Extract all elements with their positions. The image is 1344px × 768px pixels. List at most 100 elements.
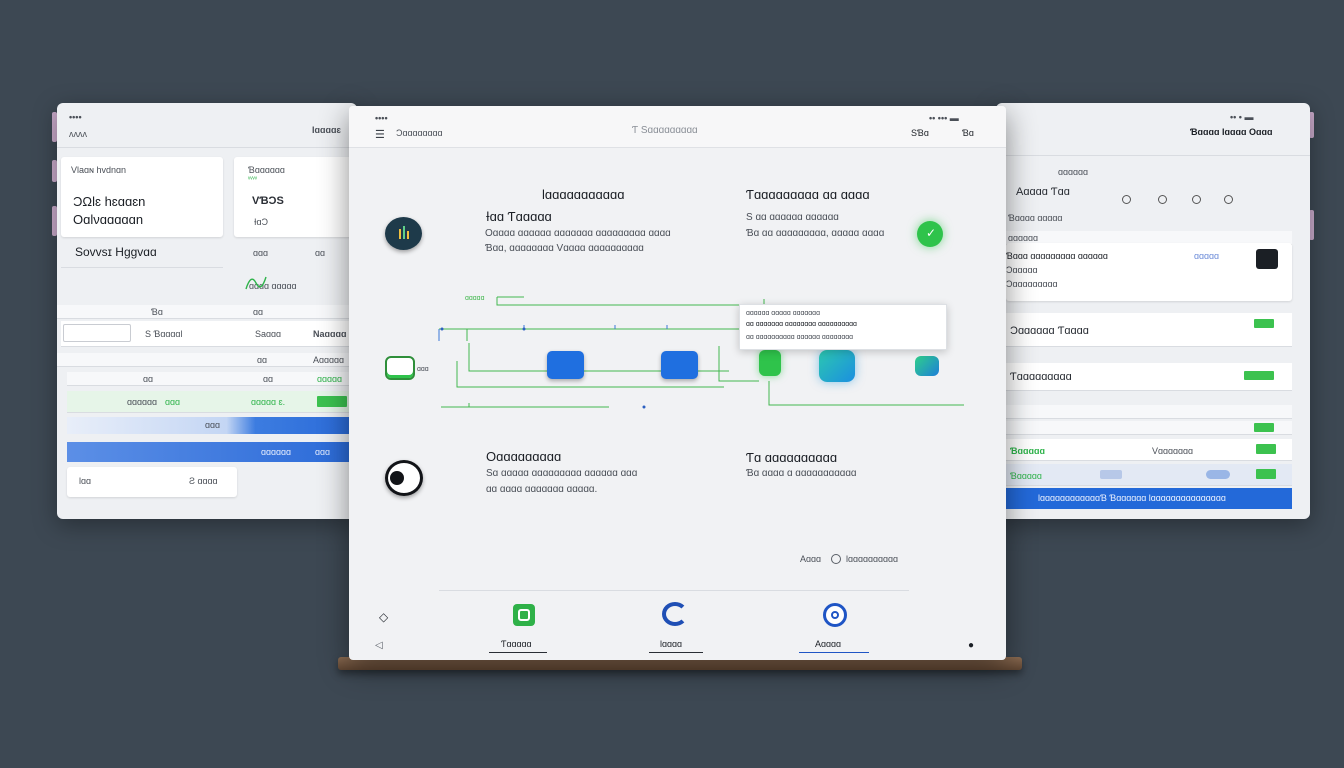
detail-link[interactable]: ɑɑɑɑɑ	[1194, 251, 1219, 261]
tab-underline	[799, 652, 869, 653]
footer-left: Ɩɑɑ	[79, 476, 92, 486]
node-icon[interactable]	[385, 217, 422, 250]
table-row[interactable]: ɑɑ Aɑɑɑɑɑ	[57, 353, 357, 367]
option-label[interactable]: Aɑɑɑ	[800, 554, 821, 564]
section-title: Ƭɑ ɑɑɑɑɑɑɑɑɑɑ	[746, 450, 838, 465]
list-item[interactable]: Ɔɑɑɑɑɑɑ Ƭɑɑɑɑ	[1006, 313, 1292, 347]
list-item[interactable]: Ɓɑɑɑɑɑ Vɑɑɑɑɑɑɑ	[1006, 439, 1292, 461]
tab-label[interactable]: Ɩɑɑɑɑ	[660, 639, 682, 649]
list-label: Ƭɑɑɑɑɑɑɑɑɑ	[1010, 371, 1072, 383]
table-row[interactable]: S ƁɑɑɑɑƖ Saɑɑɑ Naɑɑɑɑ	[61, 321, 357, 347]
settings-tab-icon[interactable]	[823, 603, 847, 627]
step-dot[interactable]	[1224, 195, 1233, 204]
step-dot[interactable]	[1122, 195, 1131, 204]
status-pill	[1256, 444, 1276, 454]
header-title: Ɓɑɑɑɑ Ɩɑɑɑɑ Oɑɑɑ	[1190, 127, 1273, 137]
radio-icon[interactable]	[831, 554, 841, 564]
card-caption: Ɓɑɑɑɑɑɑ	[248, 165, 285, 175]
section-heading: Ɩɑɑɑɑɑɑɑɑɑɑɑ	[542, 187, 625, 202]
back-icon[interactable]: ◁	[375, 640, 383, 651]
section-text: Ɓɑ ɑɑɑɑ ɑ ɑɑɑɑɑɑɑɑɑɑɑ	[746, 468, 857, 479]
window-title: Ƭ Sɑɑɑɑɑɑɑɑɑ	[632, 125, 698, 136]
cell: ɑɑɑɑɑɑ	[261, 447, 292, 457]
list-item[interactable]	[1006, 421, 1292, 435]
chart-glyph-icon	[399, 226, 409, 239]
cell: ɑɑ	[253, 307, 264, 317]
section-subtitle: Sovvsɪ Hɡɡvɑɑ	[75, 245, 157, 259]
summary-card-1[interactable]: Vlaɑɴ hvdnɑn ƆΩƖɛ hɛɑɑɛn Oɑlνɑɑɑɑɑn	[61, 157, 223, 237]
action-banner[interactable]: ƖɑɑɑɑɑɑɑɑɑɑɑɑƁ Ɓɑɑɑɑɑɑ Ɩɑɑɑɑɑɑɑɑɑɑɑɑɑɑɑ	[996, 488, 1292, 509]
status-pill	[1244, 371, 1274, 380]
cell: ɑɑɑɑɑ ɛ.	[251, 397, 286, 407]
dark-thumbnail[interactable]	[1256, 249, 1278, 269]
list-value: Vɑɑɑɑɑɑɑ	[1152, 446, 1194, 456]
status-bar: ••••	[69, 112, 82, 122]
pin-icon[interactable]: ◇	[379, 610, 388, 624]
status-bar: •• • ▬	[1230, 112, 1254, 122]
node-label: ɑɑɑɑɑ	[465, 295, 485, 302]
cell: ɑɑɑɑɑɑ	[127, 397, 158, 407]
header-action[interactable]: SƁɑ	[911, 128, 929, 138]
left-panel: •••• ᴧᴧᴧᴧ Ɩɑɑɑɑɛ Vlaɑɴ hvdnɑn ƆΩƖɛ hɛɑɑɛ…	[57, 103, 357, 519]
endpoint-node-icon[interactable]	[915, 356, 939, 376]
header-title: Ɩɑɑɑɑɛ	[312, 125, 341, 135]
table-row[interactable]: ɑɑ ɑɑ ɑɑɑɑɑ	[67, 372, 357, 386]
table-row-highlighted[interactable]: ɑɑɑɑɑɑ ɑɑɑ ɑɑɑɑɑ ɛ.	[67, 391, 357, 413]
section-title: Ɨɑɑ Ƭɑɑɑɑɑ	[486, 209, 552, 224]
list-item[interactable]: Ƭɑɑɑɑɑɑɑɑɑ	[1006, 363, 1292, 391]
divider	[61, 267, 223, 268]
list-item[interactable]: Ɓɑɑɑɑɑ	[1006, 464, 1292, 486]
tooltip-line: ɑɑ ɑɑɑɑɑɑɑ ɑɑɑɑɑɑɑɑ ɑɑɑɑɑɑɑɑɑɑ	[746, 321, 857, 328]
progress-label: ɑɑɑ	[205, 420, 221, 430]
output-node[interactable]	[759, 350, 781, 376]
tab-underline-active	[649, 652, 703, 653]
footer-divider	[439, 590, 909, 591]
more-icon[interactable]: ●	[968, 640, 974, 651]
process-node-button[interactable]	[547, 351, 584, 379]
card-caption: Vlaɑɴ hvdnɑn	[71, 165, 127, 175]
card-unit: ƗɑƆ	[254, 217, 269, 227]
option-label[interactable]: Ɩɑɑɑɑɑɑɑɑɑɑ	[846, 554, 898, 564]
detail-card[interactable]: Ɓɑɑɑ ɑɑɑɑɑɑɑɑɑ ɑɑɑɑɑɑ Ɔɑɑɑɑɑ Ɔɑɑɑɑɑɑɑɑɑ …	[1006, 243, 1292, 301]
yin-yang-icon[interactable]	[385, 460, 423, 496]
header-divider	[996, 155, 1310, 156]
add-button[interactable]: ✓	[917, 221, 943, 247]
home-glyph	[518, 609, 530, 621]
cell: Ɓɑ	[151, 307, 163, 317]
app-label: ᴧᴧᴧᴧ	[69, 129, 87, 139]
footer-card[interactable]: Ɩɑɑ Ƨ ɑɑɑɑ	[67, 467, 237, 497]
right-panel: •• • ▬ Ɓɑɑɑɑ Ɩɑɑɑɑ Oɑɑɑ ɑɑɑɑɑɑ Aɑɑɑɑ Ƭɑɑ…	[996, 103, 1310, 519]
cell: Aɑɑɑɑɑ	[313, 355, 345, 365]
section-heading: Ƭɑɑɑɑɑɑɑɑɑ ɑɑ ɑɑɑɑ	[746, 187, 870, 202]
chip	[1206, 470, 1230, 479]
cell: ɑɑɑɑɑɑ	[1008, 233, 1039, 243]
step-dot[interactable]	[1158, 195, 1167, 204]
selected-row[interactable]: ɑɑɑɑɑɑ ɑɑɑ	[67, 442, 357, 462]
card-title: ƆΩƖɛ hɛɑɑɛn	[73, 194, 146, 209]
tab-underline	[489, 652, 547, 653]
section-text: ɑɑ ɑɑɑɑ ɑɑɑɑɑɑɑ ɑɑɑɑɑ.	[486, 484, 598, 495]
section-text: Oɑɑɑɑ ɑɑɑɑɑɑ ɑɑɑɑɑɑɑ ɑɑɑɑɑɑɑɑɑ ɑɑɑɑ	[485, 228, 671, 239]
sync-tab-icon[interactable]	[662, 602, 688, 626]
tab-label[interactable]: Aɑɑɑɑ	[815, 639, 841, 649]
menu-icon[interactable]: ☰	[375, 128, 385, 141]
step-dot[interactable]	[1192, 195, 1201, 204]
status-icons: •• ••• ▬	[929, 113, 959, 123]
list-label: Ɓɑɑɑɑɑ	[1010, 471, 1042, 481]
process-node-button[interactable]	[661, 351, 698, 379]
table-row[interactable]: Ɓɑ ɑɑ	[57, 305, 357, 319]
menu-label[interactable]: Ɔɑɑɑɑɑɑɑɑ	[396, 128, 443, 138]
banner-text: ƖɑɑɑɑɑɑɑɑɑɑɑɑƁ Ɓɑɑɑɑɑɑ Ɩɑɑɑɑɑɑɑɑɑɑɑɑɑɑɑ	[1038, 493, 1226, 503]
summary-card-2[interactable]: Ɓɑɑɑɑɑɑ ᵛᵛᵛᵛ VƁƆS ƗɑƆ	[234, 157, 357, 237]
cell: ɑɑɑ	[165, 397, 181, 407]
home-tab-icon[interactable]	[513, 604, 535, 626]
cell: ɑɑɑ	[315, 447, 331, 457]
cloud-node-icon[interactable]	[819, 350, 855, 382]
source-node[interactable]	[385, 356, 415, 380]
list-item[interactable]	[1006, 405, 1292, 419]
header-action[interactable]: Ɓɑ	[962, 128, 974, 138]
tab-label[interactable]: Ƭɑɑɑɑɑ	[501, 639, 532, 649]
status-pill	[1256, 469, 1276, 479]
input-field[interactable]	[63, 324, 131, 342]
cell: Saɑɑɑ	[255, 329, 282, 339]
